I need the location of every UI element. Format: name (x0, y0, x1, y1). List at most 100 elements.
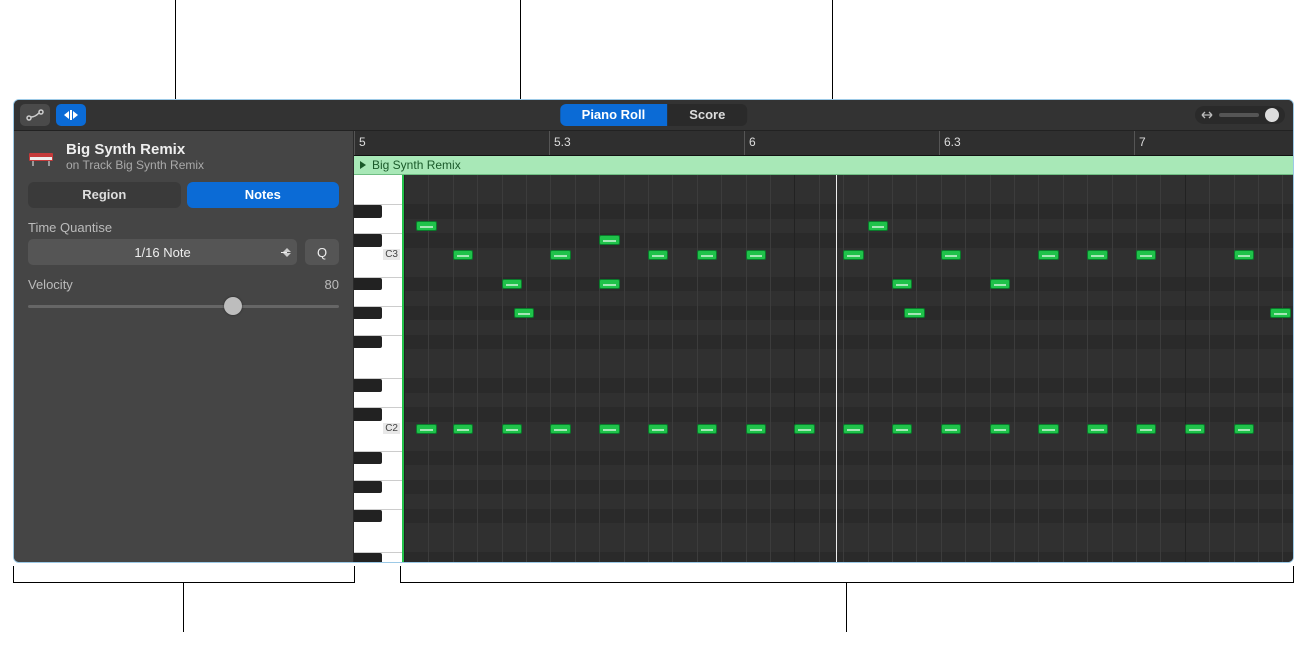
midi-note[interactable] (599, 424, 619, 434)
catch-playhead-button[interactable] (56, 104, 86, 126)
midi-note[interactable] (1038, 424, 1058, 434)
horizontal-zoom-slider[interactable] (1195, 106, 1285, 124)
grid-line (892, 175, 893, 563)
grid-line (1234, 175, 1235, 563)
black-key[interactable] (354, 379, 382, 392)
white-key[interactable] (354, 393, 402, 409)
midi-note[interactable] (746, 250, 766, 260)
midi-note[interactable] (843, 250, 863, 260)
midi-note[interactable] (1234, 424, 1254, 434)
black-key[interactable] (354, 307, 382, 320)
black-key[interactable] (354, 336, 382, 349)
slider-knob[interactable] (224, 297, 242, 315)
black-key[interactable] (354, 452, 382, 465)
white-key[interactable] (354, 538, 402, 554)
midi-note[interactable] (514, 308, 534, 318)
white-key[interactable] (354, 436, 402, 452)
black-key[interactable] (354, 510, 382, 523)
midi-note[interactable] (990, 424, 1010, 434)
black-key[interactable] (354, 481, 382, 494)
white-key[interactable] (354, 320, 402, 336)
midi-note[interactable] (1234, 250, 1254, 260)
automation-curves-button[interactable] (20, 104, 50, 126)
midi-note[interactable] (990, 279, 1010, 289)
grid-line (477, 175, 478, 563)
key-label: C2 (383, 423, 400, 434)
midi-note[interactable] (1087, 250, 1107, 260)
grid-line (526, 175, 527, 563)
region-header-bar[interactable]: Big Synth Remix (354, 156, 1293, 175)
midi-note[interactable] (941, 424, 961, 434)
grid-line (819, 175, 820, 563)
region-name: Big Synth Remix (372, 158, 461, 172)
white-key[interactable] (354, 175, 402, 191)
black-key[interactable] (354, 408, 382, 421)
midi-note[interactable] (599, 235, 619, 245)
white-key[interactable] (354, 291, 402, 307)
inspector-tab-region[interactable]: Region (28, 182, 181, 208)
track-title: Big Synth Remix (66, 141, 204, 158)
midi-note[interactable] (550, 424, 570, 434)
midi-note[interactable] (453, 250, 473, 260)
midi-note[interactable] (892, 279, 912, 289)
zoom-track (1219, 113, 1259, 117)
white-key[interactable] (354, 523, 402, 539)
midi-note[interactable] (794, 424, 814, 434)
callout-line (846, 582, 847, 632)
tab-score[interactable]: Score (667, 104, 747, 126)
zoom-knob[interactable] (1265, 108, 1279, 122)
black-key[interactable] (354, 278, 382, 291)
midi-note[interactable] (941, 250, 961, 260)
ruler-tick: 6.3 (939, 131, 961, 155)
midi-note[interactable] (904, 308, 924, 318)
midi-note[interactable] (868, 221, 888, 231)
midi-note[interactable] (599, 279, 619, 289)
midi-note[interactable] (1270, 308, 1290, 318)
white-key[interactable] (354, 262, 402, 278)
white-key[interactable] (354, 494, 402, 510)
grid-line (404, 175, 405, 563)
grid-line (1258, 175, 1259, 563)
midi-note[interactable] (697, 424, 717, 434)
white-key[interactable] (354, 349, 402, 365)
white-key[interactable] (354, 465, 402, 481)
callout-bracket (13, 566, 355, 583)
inspector-tab-notes[interactable]: Notes (187, 182, 340, 208)
midi-note[interactable] (1185, 424, 1205, 434)
white-key[interactable] (354, 364, 402, 380)
grid-line (672, 175, 673, 563)
black-key[interactable] (354, 234, 382, 247)
midi-note[interactable] (892, 424, 912, 434)
white-key[interactable] (354, 190, 402, 206)
midi-note[interactable] (416, 424, 436, 434)
grid-line (1087, 175, 1088, 563)
midi-note[interactable] (1136, 250, 1156, 260)
black-key[interactable] (354, 553, 382, 563)
time-ruler[interactable]: 55.366.37 (354, 131, 1293, 156)
note-grid[interactable] (404, 175, 1293, 563)
time-quantise-select[interactable]: 1/16 Note (28, 239, 297, 265)
piano-keyboard[interactable]: C3C2 (354, 175, 404, 563)
midi-note[interactable] (453, 424, 473, 434)
callout-bracket (400, 566, 1294, 583)
grid-line (1038, 175, 1039, 563)
midi-note[interactable] (697, 250, 717, 260)
quantise-button[interactable]: Q (305, 239, 339, 265)
midi-note[interactable] (416, 221, 436, 231)
midi-note[interactable] (1038, 250, 1058, 260)
midi-note[interactable] (502, 424, 522, 434)
midi-note[interactable] (502, 279, 522, 289)
black-key[interactable] (354, 205, 382, 218)
white-key[interactable] (354, 219, 402, 235)
midi-note[interactable] (1136, 424, 1156, 434)
playhead[interactable] (836, 175, 837, 563)
midi-note[interactable] (1087, 424, 1107, 434)
velocity-slider[interactable] (28, 296, 339, 316)
tab-piano-roll[interactable]: Piano Roll (560, 104, 668, 126)
midi-note[interactable] (550, 250, 570, 260)
grid-line (941, 175, 942, 563)
midi-note[interactable] (843, 424, 863, 434)
midi-note[interactable] (648, 250, 668, 260)
midi-note[interactable] (648, 424, 668, 434)
midi-note[interactable] (746, 424, 766, 434)
